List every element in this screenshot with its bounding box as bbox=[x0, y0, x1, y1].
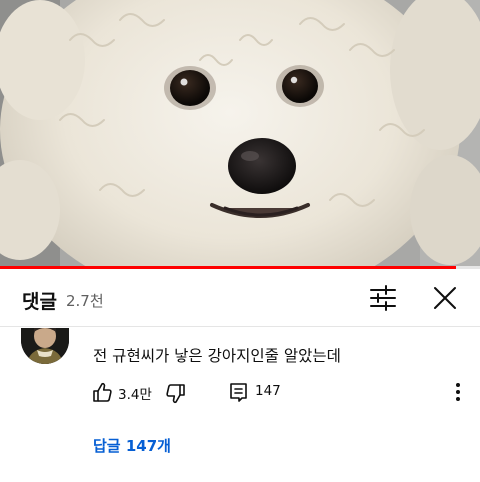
more-vert-icon bbox=[456, 383, 460, 401]
thumbs-up-icon bbox=[93, 382, 112, 402]
video-player[interactable] bbox=[0, 0, 480, 266]
comment-text: 전 규현씨가 낳은 강아지인줄 알았는데 bbox=[93, 347, 341, 365]
view-replies-link[interactable]: 답글 147개 bbox=[93, 435, 171, 456]
reply-button[interactable] bbox=[228, 381, 250, 403]
dislike-button[interactable] bbox=[164, 382, 190, 404]
commenter-avatar[interactable] bbox=[21, 328, 69, 364]
thumbs-down-icon bbox=[166, 384, 185, 404]
user-avatar bbox=[21, 328, 69, 364]
more-options-button[interactable] bbox=[446, 380, 470, 404]
comment-item: 전 규현씨가 낳은 강아지인줄 알았는데 3.4만 147 답글 147개 bbox=[0, 328, 480, 482]
close-comments-button[interactable] bbox=[428, 281, 462, 315]
comments-title: 댓글 bbox=[22, 291, 57, 313]
sliders-icon bbox=[370, 285, 396, 311]
reply-icon bbox=[230, 383, 247, 402]
like-count: 3.4만 bbox=[118, 387, 152, 403]
sort-filter-button[interactable] bbox=[366, 281, 400, 315]
close-icon bbox=[434, 287, 456, 309]
comments-header: 댓글 2.7천 bbox=[0, 269, 480, 327]
reply-count: 147 bbox=[255, 383, 281, 399]
comments-count: 2.7천 bbox=[66, 292, 104, 310]
dog-video-frame bbox=[0, 0, 480, 266]
like-button[interactable] bbox=[92, 382, 118, 404]
